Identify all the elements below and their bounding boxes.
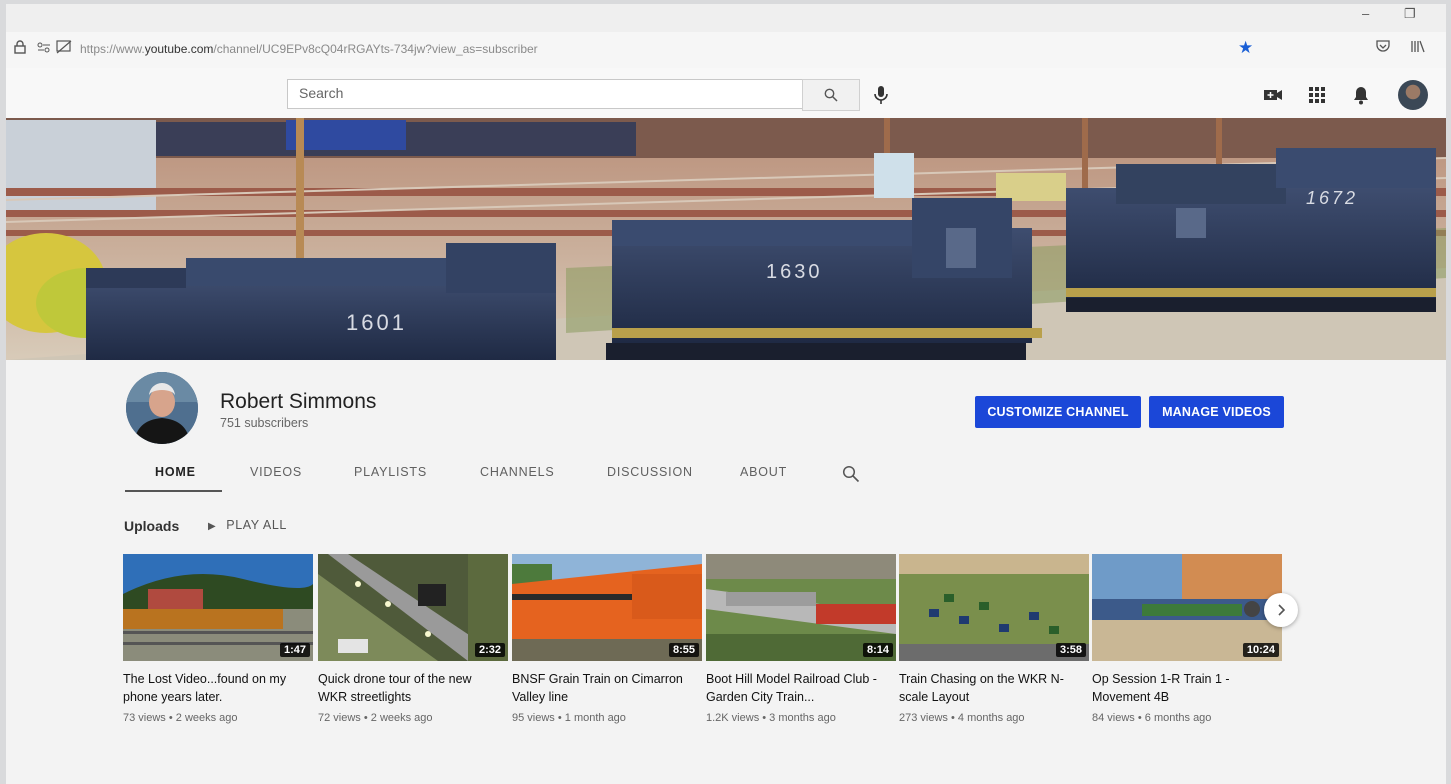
minimize-icon[interactable]: – — [1362, 6, 1369, 21]
tab-videos[interactable]: VIDEOS — [250, 465, 302, 479]
video-title[interactable]: The Lost Video...found on my phone years… — [123, 670, 309, 706]
video-title[interactable]: Quick drone tour of the new WKR streetli… — [318, 670, 504, 706]
video-age: 2 weeks ago — [370, 712, 433, 724]
video-meta: 84 views • 6 months ago — [1092, 712, 1282, 724]
video-thumbnail[interactable]: 3:58 — [899, 554, 1089, 661]
video-meta: 73 views • 2 weeks ago — [123, 712, 313, 724]
video-views: 84 views — [1092, 712, 1135, 724]
uploads-heading: Uploads — [124, 518, 180, 534]
video-thumbnail[interactable]: 2:32 — [318, 554, 508, 661]
customize-channel-button[interactable]: CUSTOMIZE CHANNEL — [975, 396, 1141, 428]
channel-name: Robert Simmons — [220, 390, 377, 413]
meta-separator: • — [759, 712, 770, 724]
active-tab-indicator — [125, 490, 222, 492]
video-duration: 3:58 — [1055, 643, 1086, 657]
video-meta: 95 views • 1 month ago — [512, 712, 702, 724]
video-meta: 72 views • 2 weeks ago — [318, 712, 508, 724]
restore-icon[interactable]: ❐ — [1404, 6, 1416, 22]
create-video-icon[interactable] — [1262, 84, 1284, 106]
channel-avatar[interactable] — [126, 372, 198, 444]
video-duration: 2:32 — [474, 643, 505, 657]
url-domain: youtube.com — [144, 42, 214, 56]
video-duration: 8:14 — [862, 643, 893, 657]
banner-loco-number-3: 1672 — [1306, 188, 1358, 208]
video-title[interactable]: BNSF Grain Train on Cimarron Valley line — [512, 670, 698, 706]
video-duration: 8:55 — [668, 643, 699, 657]
account-avatar[interactable] — [1398, 80, 1428, 110]
apps-grid-icon[interactable] — [1306, 84, 1328, 106]
search-box[interactable] — [287, 79, 803, 109]
video-thumbnail[interactable]: 8:55 — [512, 554, 702, 661]
meta-separator: • — [360, 712, 371, 724]
play-all-button[interactable]: ▶ PLAY ALL — [208, 518, 287, 532]
tracking-protection-icon[interactable] — [56, 40, 72, 57]
video-thumbnail[interactable]: 10:24 — [1092, 554, 1282, 661]
search-input[interactable] — [288, 80, 789, 106]
permissions-icon[interactable] — [36, 40, 52, 56]
chevron-right-icon — [1278, 604, 1286, 616]
video-thumbnail[interactable]: 1:47 — [123, 554, 313, 661]
video-card[interactable]: 8:14 Boot Hill Model Railroad Club - Gar… — [706, 554, 896, 724]
play-all-label: PLAY ALL — [226, 518, 287, 532]
video-title[interactable]: Train Chasing on the WKR N-scale Layout — [899, 670, 1085, 706]
video-title[interactable]: Boot Hill Model Railroad Club - Garden C… — [706, 670, 892, 706]
tab-about[interactable]: ABOUT — [740, 465, 787, 479]
video-age: 4 months ago — [957, 712, 1025, 724]
video-meta: 1.2K views • 3 months ago — [706, 712, 896, 724]
video-thumbnail[interactable]: 8:14 — [706, 554, 896, 661]
video-duration: 10:24 — [1242, 643, 1279, 657]
meta-separator: • — [165, 712, 176, 724]
video-views: 95 views — [512, 712, 555, 724]
play-icon: ▶ — [208, 521, 217, 532]
meta-separator: • — [1134, 712, 1145, 724]
banner-loco-number-1: 1601 — [346, 310, 407, 335]
video-age: 6 months ago — [1144, 712, 1212, 724]
bookmark-star-icon[interactable]: ★ — [1238, 38, 1253, 58]
video-card[interactable]: 10:24 Op Session 1-R Train 1 - Movement … — [1092, 554, 1282, 724]
meta-separator: • — [554, 712, 565, 724]
video-title[interactable]: Op Session 1-R Train 1 - Movement 4B — [1092, 670, 1278, 706]
url-text[interactable]: https://www.youtube.com/channel/UC9EPv8c… — [80, 42, 538, 56]
channel-search-icon[interactable] — [842, 465, 860, 483]
video-card[interactable]: 1:47 The Lost Video...found on my phone … — [123, 554, 313, 724]
pocket-icon[interactable] — [1376, 40, 1390, 56]
notifications-bell-icon[interactable] — [1350, 84, 1372, 106]
search-icon — [824, 88, 838, 102]
library-icon[interactable] — [1410, 40, 1426, 56]
banner-loco-number-2: 1630 — [766, 261, 823, 283]
screen: – ❐ https://www.youtube.com/channel/UC9E… — [6, 4, 1446, 784]
video-views: 273 views — [899, 712, 948, 724]
video-views: 73 views — [123, 712, 166, 724]
video-card[interactable]: 2:32 Quick drone tour of the new WKR str… — [318, 554, 508, 724]
video-age: 3 months ago — [769, 712, 836, 724]
video-age: 1 month ago — [564, 712, 626, 724]
url-path: /channel/UC9EPv8cQ04rRGAYts-734jw?view_a… — [213, 42, 538, 56]
tab-home[interactable]: HOME — [155, 465, 196, 479]
subscriber-count: 751 subscribers — [220, 416, 309, 430]
video-age: 2 weeks ago — [175, 712, 238, 724]
channel-banner: 1601 1630 1672 — [6, 118, 1446, 360]
tab-playlists[interactable]: PLAYLISTS — [354, 465, 427, 479]
search-button[interactable] — [802, 79, 860, 111]
tab-discussion[interactable]: DISCUSSION — [607, 465, 693, 479]
carousel-next-button[interactable] — [1264, 593, 1298, 627]
window-titlebar: – ❐ — [6, 4, 1446, 32]
address-bar[interactable]: https://www.youtube.com/channel/UC9EPv8c… — [6, 32, 1446, 69]
microphone-icon[interactable] — [870, 84, 892, 106]
lock-icon[interactable] — [14, 40, 26, 57]
meta-separator: • — [947, 712, 958, 724]
video-views: 72 views — [318, 712, 361, 724]
video-duration: 1:47 — [279, 643, 310, 657]
video-card[interactable]: 3:58 Train Chasing on the WKR N-scale La… — [899, 554, 1089, 724]
video-views: 1.2K views — [706, 712, 760, 724]
video-meta: 273 views • 4 months ago — [899, 712, 1089, 724]
tab-channels[interactable]: CHANNELS — [480, 465, 554, 479]
video-card[interactable]: 8:55 BNSF Grain Train on Cimarron Valley… — [512, 554, 702, 724]
youtube-header — [6, 68, 1446, 118]
url-prefix: https://www. — [80, 42, 145, 56]
manage-videos-button[interactable]: MANAGE VIDEOS — [1149, 396, 1284, 428]
